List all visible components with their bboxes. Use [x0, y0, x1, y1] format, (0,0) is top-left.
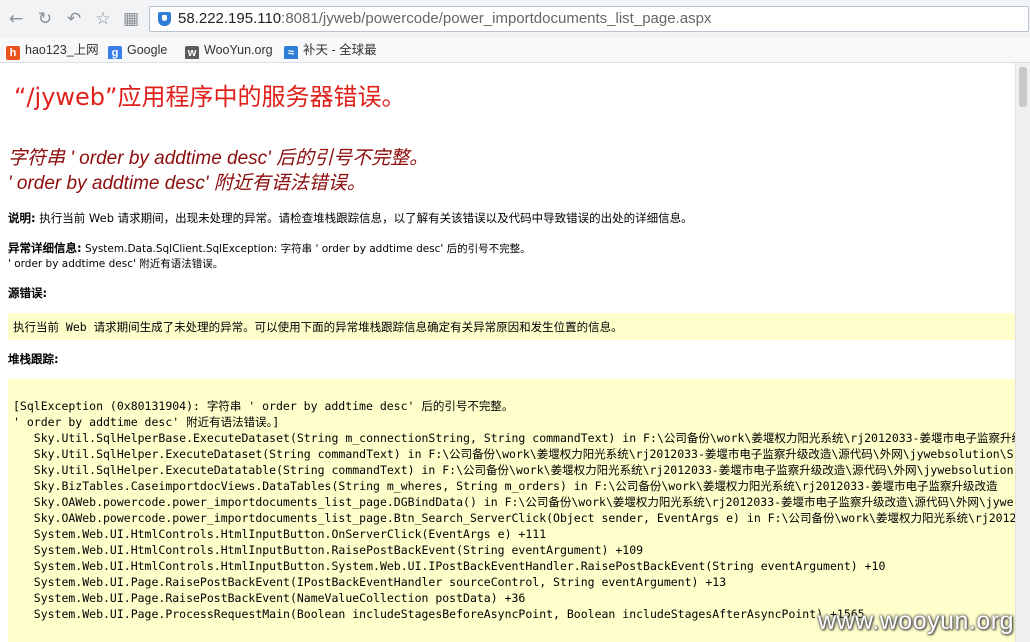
exception-text-2: ' order by addtime desc' 附近有语法错误。	[8, 258, 224, 270]
watermark: www.wooyun.org	[818, 607, 1014, 635]
page-title: “/jyweb”应用程序中的服务器错误。	[14, 83, 406, 111]
stack-trace-line: System.Web.UI.HtmlControls.HtmlInputButt…	[13, 527, 547, 541]
url-text: 58.222.195.110:8081/jyweb/powercode/powe…	[178, 10, 711, 27]
back-arrow-icon[interactable]: ←	[6, 9, 26, 29]
stack-trace-line: System.Web.UI.HtmlControls.HtmlInputButt…	[13, 543, 644, 557]
stack-trace-line: Sky.OAWeb.powercode.power_importdocument…	[13, 511, 1017, 525]
scrollbar-thumb[interactable]	[1019, 67, 1027, 107]
stack-trace-line: System.Web.UI.Page.RaisePostBackEvent(Na…	[13, 591, 526, 605]
source-error-label: 源错误:	[8, 286, 48, 300]
error-message-line2: ' order by addtime desc' 附近有语法错误。	[8, 173, 366, 194]
error-page: “/jyweb”应用程序中的服务器错误。 字符串 ' order by addt…	[0, 63, 1030, 642]
bookmark-label: WooYun.org	[204, 43, 273, 57]
stack-trace-box: [SqlException (0x80131904): 字符串 ' order …	[8, 379, 1030, 642]
bookmarks-bar: h hao123_上网 g Google w WooYun.org ≈ 补天 - 全球最	[0, 38, 1030, 63]
vertical-scrollbar[interactable]	[1015, 63, 1030, 642]
source-error-box: 执行当前 Web 请求期间生成了未处理的异常。可以使用下面的异常堆栈跟踪信息确定…	[8, 313, 1030, 340]
star-icon[interactable]: ☆	[93, 9, 113, 29]
bookmark-hao123[interactable]: h hao123_上网	[6, 41, 99, 60]
error-message-line1: 字符串 ' order by addtime desc' 后的引号不完整。	[8, 148, 429, 169]
description-text: 执行当前 Web 请求期间，出现未处理的异常。请检查堆栈跟踪信息，以了解有关该错…	[35, 211, 693, 225]
address-bar[interactable]: 58.222.195.110:8081/jyweb/powercode/powe…	[149, 6, 1029, 32]
bookmark-wooyun[interactable]: w WooYun.org	[185, 41, 275, 59]
stack-trace-line: System.Web.UI.HtmlControls.HtmlInputButt…	[13, 559, 886, 573]
bookmark-google[interactable]: g Google	[108, 41, 188, 59]
stack-trace-line: Sky.Util.SqlHelper.ExecuteDatatable(Stri…	[13, 463, 1014, 477]
url-host: 58.222.195.110	[178, 10, 282, 27]
bookmark-label: 补天 - 全球最	[303, 43, 376, 57]
bookmark-butian[interactable]: ≈ 补天 - 全球最	[284, 41, 376, 59]
stack-trace-line: [SqlException (0x80131904): 字符串 ' order …	[13, 399, 514, 413]
description: 说明: 执行当前 Web 请求期间，出现未处理的异常。请检查堆栈跟踪信息，以了解…	[8, 210, 693, 226]
exception-text: System.Data.SqlClient.SqlException: 字符串 …	[81, 243, 531, 255]
source-error-text: 执行当前 Web 请求期间生成了未处理的异常。可以使用下面的异常堆栈跟踪信息确定…	[13, 320, 623, 334]
bookmark-label: hao123_上网	[25, 43, 99, 57]
refresh-icon[interactable]: ↻	[35, 9, 55, 29]
google-icon: g	[108, 46, 122, 59]
stack-trace-label: 堆栈跟踪:	[8, 352, 59, 366]
stack-trace-line: Sky.BizTables.CaseimportdocViews.DataTab…	[13, 479, 998, 493]
undo-icon[interactable]: ↶	[64, 9, 84, 29]
description-label: 说明:	[8, 211, 36, 225]
stack-trace-lines: [SqlException (0x80131904): 字符串 ' order …	[13, 398, 1023, 622]
url-path: :8081/jyweb/powercode/power_importdocume…	[281, 10, 712, 27]
exception-label: 异常详细信息:	[8, 241, 82, 255]
wooyun-icon: w	[185, 46, 199, 59]
exception-details: 异常详细信息: System.Data.SqlClient.SqlExcepti…	[8, 240, 531, 256]
stack-trace-line: System.Web.UI.Page.RaisePostBackEvent(IP…	[13, 575, 727, 589]
security-shield-icon	[158, 12, 171, 26]
stack-trace-line: Sky.OAWeb.powercode.power_importdocument…	[13, 495, 1014, 509]
browser-toolbar: ← ↻ ↶ ☆ ▦ 58.222.195.110:8081/jyweb/powe…	[0, 0, 1030, 39]
bookmark-label: Google	[127, 43, 168, 57]
stack-trace-line: ' order by addtime desc' 附近有语法错误。]	[13, 415, 280, 429]
butian-icon: ≈	[284, 46, 298, 59]
stack-trace-line: Sky.Util.SqlHelper.ExecuteDataset(String…	[13, 447, 1014, 461]
apps-grid-icon[interactable]: ▦	[121, 9, 141, 29]
hao123-icon: h	[6, 46, 20, 60]
stack-trace-line: Sky.Util.SqlHelperBase.ExecuteDataset(St…	[13, 431, 1024, 445]
